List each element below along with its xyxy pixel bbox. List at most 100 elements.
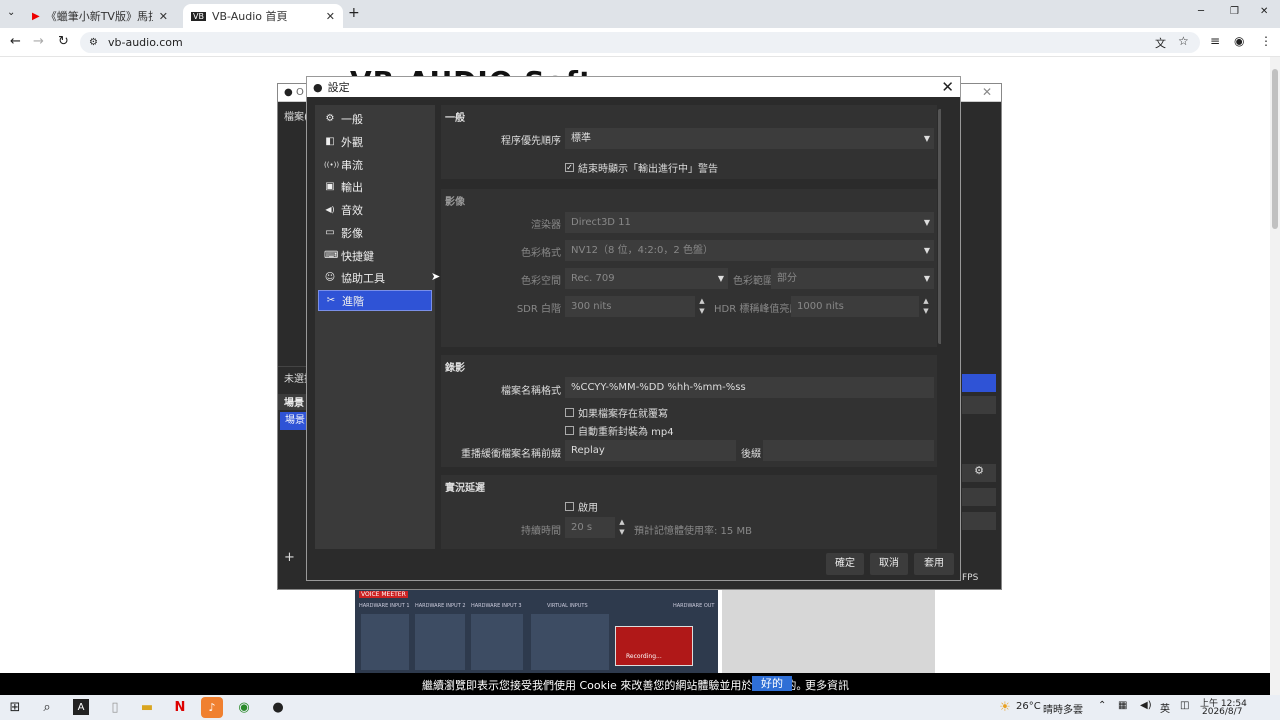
obs-right-dock-button[interactable]: [962, 374, 996, 392]
duration-stepper-icon[interactable]: ▲ ▼: [615, 517, 629, 538]
hdr-stepper-icon[interactable]: ▲ ▼: [919, 296, 933, 317]
nav-output-label: 輸出: [341, 180, 363, 194]
close-window-button[interactable]: ✕: [1260, 6, 1268, 17]
remux-checkbox[interactable]: 自動重新封裝為 mp4: [565, 423, 674, 438]
color-format-select[interactable]: NV12（8 位，4:2:0，2 色盤） ▼: [565, 240, 934, 261]
settings-close-icon[interactable]: ✕: [941, 78, 954, 96]
obs-taskbar-icon[interactable]: ●: [267, 697, 289, 718]
windows-start-icon[interactable]: ⊞: [4, 697, 26, 718]
reload-icon[interactable]: ↻: [58, 34, 69, 49]
settings-scrollbar[interactable]: [937, 105, 941, 549]
obs-right-dock-button-3[interactable]: [962, 488, 996, 506]
minimize-button[interactable]: ─: [1198, 6, 1204, 17]
translate-icon[interactable]: 文: [1155, 35, 1166, 51]
filename-input[interactable]: %CCYY-%MM-%DD %hh-%mm-%ss: [565, 377, 934, 398]
tab-search-icon[interactable]: ⌄: [7, 7, 15, 18]
warn-on-close-checkbox[interactable]: ✓ 結束時顯示「輸出進行中」警告: [565, 160, 718, 175]
search-icon[interactable]: ⌕: [36, 697, 58, 718]
chevron-down-icon: ▼: [923, 134, 930, 143]
replay-prefix-input[interactable]: Replay: [565, 440, 736, 461]
network-icon[interactable]: ▦: [1118, 700, 1127, 711]
vm-strip-2: [415, 614, 465, 670]
clock-date[interactable]: 2026/8/7: [1202, 707, 1242, 717]
ok-button[interactable]: 確定: [826, 553, 864, 575]
netflix-icon[interactable]: N: [169, 697, 191, 718]
cancel-button[interactable]: 取消: [870, 553, 908, 575]
back-icon[interactable]: ←: [10, 34, 21, 49]
sdr-spinbox[interactable]: 300 nits: [565, 296, 695, 317]
checkbox-checked-icon: ✓: [565, 163, 574, 172]
obs-right-dock-button-2[interactable]: [962, 396, 996, 414]
chrome-icon[interactable]: ◉: [233, 697, 255, 718]
nav-stream[interactable]: ((•)) 串流: [318, 154, 432, 175]
folder-icon[interactable]: ▬: [136, 697, 158, 718]
hdr-value: 1000 nits: [797, 301, 844, 312]
ime-settings-icon[interactable]: ◫: [1180, 700, 1189, 711]
sdr-stepper-icon[interactable]: ▲ ▼: [695, 296, 709, 317]
vm-recording-label: Recording...: [626, 653, 662, 660]
obs-close-icon[interactable]: ✕: [982, 85, 992, 99]
checkbox-unchecked-icon: [565, 408, 574, 417]
appearance-icon: ◧: [325, 136, 335, 147]
color-space-select[interactable]: Rec. 709 ▼: [565, 268, 728, 289]
nav-general-label: 一般: [341, 112, 363, 126]
renderer-value: Direct3D 11: [571, 217, 631, 228]
nav-accessibility-label: 協助工具: [341, 271, 385, 285]
nav-hotkeys[interactable]: ⌨ 快捷鍵: [318, 245, 432, 266]
nav-general[interactable]: ⚙ 一般: [318, 108, 432, 129]
bookmark-star-icon[interactable]: ☆: [1178, 34, 1189, 48]
profile-icon[interactable]: ◉: [1234, 34, 1244, 48]
add-scene-icon[interactable]: +: [284, 550, 295, 565]
duration-spinbox[interactable]: 20 s: [565, 517, 615, 538]
obs-menu-file[interactable]: 檔案(: [284, 108, 308, 123]
speaker-icon: ◀): [325, 205, 335, 214]
group-general: 一般 程序優先順序 標準 ▼ ✓ 結束時顯示「輸出進行中」警告: [441, 105, 941, 179]
maximize-button[interactable]: ❐: [1230, 6, 1239, 17]
cookie-ok-button[interactable]: 好的: [752, 676, 792, 691]
obs-right-dock-button-4[interactable]: [962, 512, 996, 530]
nav-video[interactable]: ▭ 影像: [318, 222, 432, 243]
suffix-input[interactable]: [763, 440, 934, 461]
apply-button[interactable]: 套用: [914, 553, 954, 575]
tray-chevron-icon[interactable]: ⌃: [1098, 700, 1106, 711]
tab-search-list-icon[interactable]: ≡: [1210, 34, 1220, 48]
output-icon: ▣: [325, 181, 335, 192]
obs-icon: ●: [313, 80, 323, 94]
color-range-label: 色彩範圍: [733, 276, 773, 287]
priority-select[interactable]: 標準 ▼: [565, 128, 934, 149]
nav-video-label: 影像: [341, 226, 363, 240]
scene-item[interactable]: 場景: [280, 412, 307, 430]
nav-appearance[interactable]: ◧ 外觀: [318, 131, 432, 152]
forward-icon[interactable]: →: [33, 34, 44, 49]
nav-accessibility[interactable]: ☺ 協助工具: [318, 267, 432, 288]
acrobat-icon[interactable]: A: [73, 699, 89, 715]
ime-indicator[interactable]: 英: [1160, 700, 1170, 715]
tab-close-icon[interactable]: ✕: [159, 10, 168, 23]
nav-appearance-label: 外觀: [341, 135, 363, 149]
nav-output[interactable]: ▣ 輸出: [318, 176, 432, 197]
music-app-icon[interactable]: ♪: [201, 697, 223, 718]
suffix-label: 後綴: [741, 449, 761, 460]
nav-advanced[interactable]: ✂ 進階: [318, 290, 432, 311]
color-range-select[interactable]: 部分 ▼: [771, 268, 934, 289]
tab-close-icon[interactable]: ✕: [326, 10, 335, 23]
tab-video[interactable]: ▶ 《蠟筆小新TV版》馬拉松至 ✕: [24, 4, 176, 28]
volume-icon[interactable]: ◀): [1140, 700, 1152, 711]
cookie-more-link[interactable]: 更多資訊: [805, 677, 849, 693]
nav-audio[interactable]: ◀) 音效: [318, 199, 432, 220]
menu-kebab-icon[interactable]: ⋮: [1260, 34, 1272, 48]
url-text: vb-audio.com: [108, 36, 183, 49]
obs-settings-gear-icon[interactable]: ⚙: [962, 464, 996, 482]
url-field[interactable]: ⚙ vb-audio.com: [80, 32, 1200, 53]
new-tab-button[interactable]: +: [348, 5, 360, 21]
page-scrollbar[interactable]: [1270, 57, 1280, 695]
priority-value: 標準: [571, 133, 591, 144]
tab-vb-audio[interactable]: VB VB-Audio 首頁 ✕: [183, 4, 343, 28]
hdr-spinbox[interactable]: 1000 nits: [791, 296, 919, 317]
delay-enable-checkbox[interactable]: 啟用: [565, 499, 598, 514]
group-stream-delay: 實況延遲 啟用 持續時間 20 s ▲ ▼ 預計記憶體使用率: 15 MB: [441, 475, 941, 549]
site-info-icon[interactable]: ⚙: [89, 32, 98, 53]
renderer-select[interactable]: Direct3D 11 ▼: [565, 212, 934, 233]
overwrite-checkbox[interactable]: 如果檔案存在就覆寫: [565, 405, 668, 420]
file-icon[interactable]: ▯: [104, 697, 126, 718]
